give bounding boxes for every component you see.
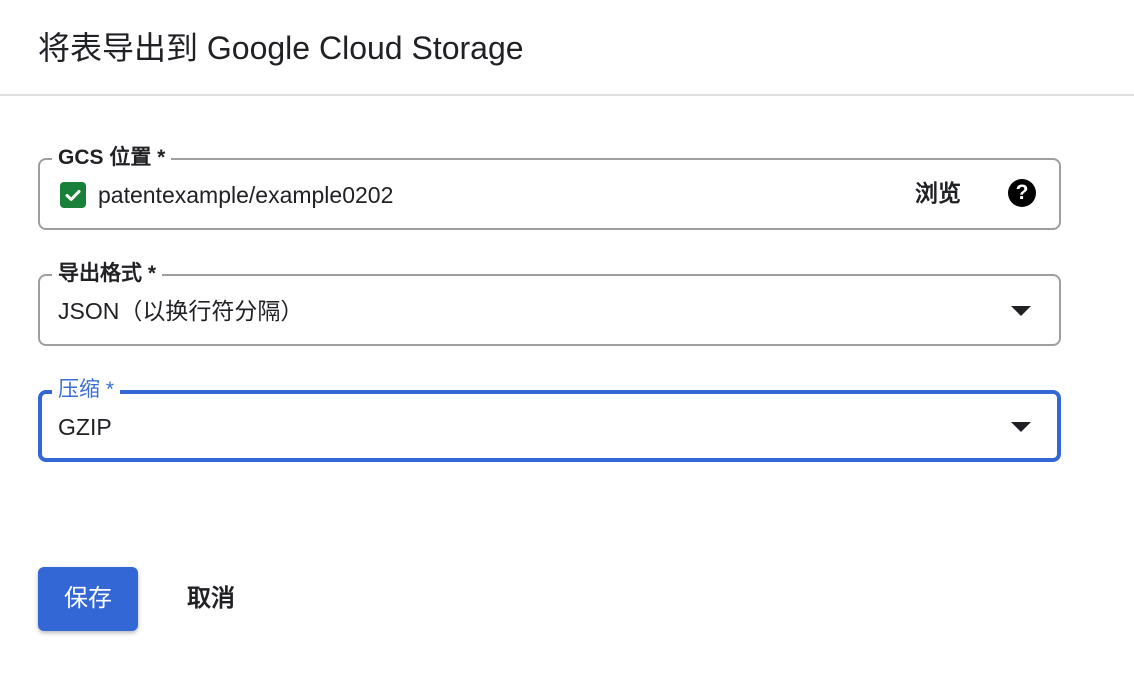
compression-select[interactable]: 压缩 * GZIP: [38, 376, 1061, 462]
dialog-header: 将表导出到 Google Cloud Storage: [0, 0, 1134, 96]
dialog-title: 将表导出到 Google Cloud Storage: [38, 30, 524, 66]
export-format-label: 导出格式 *: [52, 260, 163, 288]
export-dialog: 将表导出到 Google Cloud Storage GCS 位置 * pate…: [0, 0, 1134, 676]
gcs-location-input[interactable]: patentexample/example0202: [98, 180, 393, 210]
cancel-button[interactable]: 取消: [170, 567, 252, 631]
dropdown-icon[interactable]: [1011, 306, 1031, 316]
check-icon: [60, 182, 86, 208]
gcs-location-label: GCS 位置 *: [52, 144, 172, 172]
export-format-value[interactable]: JSON（以换行符分隔）: [58, 296, 303, 326]
export-format-select[interactable]: 导出格式 * JSON（以换行符分隔）: [38, 260, 1061, 346]
gcs-location-field[interactable]: GCS 位置 * patentexample/example0202 浏览 ?: [38, 144, 1061, 230]
compression-value[interactable]: GZIP: [58, 412, 112, 442]
help-icon[interactable]: ?: [1008, 179, 1036, 207]
save-button[interactable]: 保存: [38, 567, 138, 631]
compression-label: 压缩 *: [52, 376, 121, 404]
dropdown-icon[interactable]: [1011, 422, 1031, 432]
browse-button[interactable]: 浏览: [915, 178, 961, 208]
